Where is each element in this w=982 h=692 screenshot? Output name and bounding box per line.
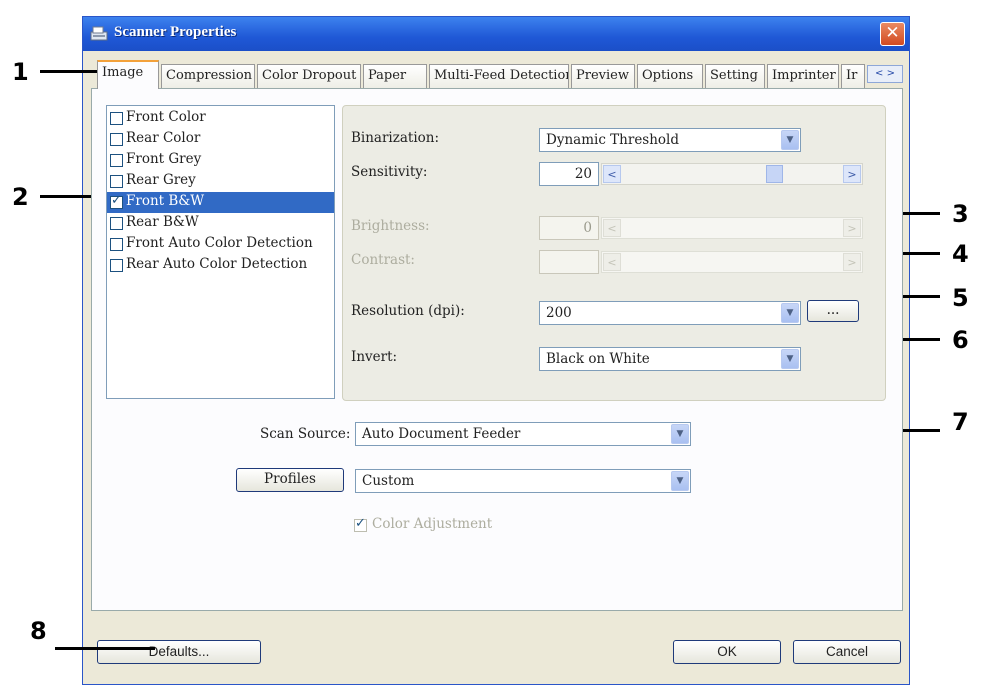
callout-number-8: 8 — [30, 617, 47, 645]
slider-right-arrow-icon[interactable]: > — [843, 165, 861, 183]
list-item[interactable]: Rear B&W — [107, 213, 334, 234]
tab-image[interactable]: Image — [97, 60, 159, 89]
callout-number-3: 3 — [952, 200, 969, 228]
tab-paper[interactable]: Paper — [363, 64, 427, 88]
image-settings-group: Binarization: Dynamic Threshold ▼ Sensit… — [342, 105, 886, 401]
image-type-list[interactable]: Front Color Rear Color Front Grey Rear G… — [106, 105, 335, 399]
tab-compression[interactable]: Compression — [161, 64, 255, 88]
scan-source-select[interactable]: Auto Document Feeder ▼ — [355, 422, 691, 446]
callout-number-6: 6 — [952, 326, 969, 354]
checkbox[interactable] — [110, 217, 123, 230]
callout-line-8 — [55, 647, 155, 650]
tab-scroll-right-icon[interactable]: > — [887, 68, 895, 79]
checkbox[interactable] — [110, 238, 123, 251]
tab-options[interactable]: Options — [637, 64, 703, 88]
contrast-label: Contrast: — [351, 252, 415, 268]
scanner-properties-dialog: Scanner Properties ✕ Image Compression C… — [82, 16, 910, 685]
checkbox[interactable] — [110, 259, 123, 272]
close-button[interactable]: ✕ — [880, 22, 905, 46]
image-tab-panel: Front Color Rear Color Front Grey Rear G… — [91, 88, 903, 611]
tab-preview[interactable]: Preview — [571, 64, 635, 88]
cancel-button[interactable]: Cancel — [793, 640, 901, 664]
list-item[interactable]: Rear Color — [107, 129, 334, 150]
scanner-icon — [90, 26, 108, 41]
color-adjustment-checkbox — [354, 516, 367, 532]
callout-number-5: 5 — [952, 284, 969, 312]
resolution-more-button[interactable]: ... — [807, 300, 859, 322]
resolution-label: Resolution (dpi): — [351, 303, 465, 319]
window-title: Scanner Properties — [114, 24, 237, 40]
resolution-select[interactable]: 200 ▼ — [539, 301, 801, 325]
checkbox-checked[interactable] — [110, 193, 123, 209]
checkbox[interactable] — [110, 154, 123, 167]
callout-number-1: 1 — [12, 58, 29, 86]
chevron-down-icon[interactable]: ▼ — [671, 424, 689, 444]
list-item[interactable]: Front Grey — [107, 150, 334, 171]
list-item[interactable]: Rear Grey — [107, 171, 334, 192]
callout-number-4: 4 — [952, 240, 969, 268]
tab-scroll-arrows[interactable]: < > — [867, 65, 903, 83]
chevron-down-icon[interactable]: ▼ — [781, 303, 799, 323]
close-icon: ✕ — [885, 23, 900, 43]
tab-setting[interactable]: Setting — [705, 64, 765, 88]
chevron-down-icon[interactable]: ▼ — [781, 130, 799, 150]
sensitivity-slider[interactable]: < > — [601, 163, 863, 185]
binarization-select[interactable]: Dynamic Threshold ▼ — [539, 128, 801, 152]
brightness-slider: < > — [601, 217, 863, 239]
slider-left-arrow-icon: < — [603, 219, 621, 237]
slider-thumb[interactable] — [766, 165, 783, 183]
list-item[interactable]: Rear Auto Color Detection — [107, 255, 334, 276]
tab-scroll-left-icon[interactable]: < — [875, 68, 883, 79]
callout-number-2: 2 — [12, 183, 29, 211]
slider-left-arrow-icon[interactable]: < — [603, 165, 621, 183]
binarization-label: Binarization: — [351, 130, 440, 146]
tab-imprinter[interactable]: Imprinter — [767, 64, 839, 88]
brightness-label: Brightness: — [351, 218, 430, 234]
profiles-select[interactable]: Custom ▼ — [355, 469, 691, 493]
brightness-value: 0 — [539, 216, 599, 240]
slider-right-arrow-icon: > — [843, 253, 861, 271]
profiles-button[interactable]: Profiles — [236, 468, 344, 492]
tab-multi-feed-detection[interactable]: Multi-Feed Detection — [429, 64, 569, 88]
tab-color-dropout[interactable]: Color Dropout — [257, 64, 361, 88]
chevron-down-icon[interactable]: ▼ — [781, 349, 799, 369]
list-item[interactable]: Front Color — [107, 108, 334, 129]
chevron-down-icon[interactable]: ▼ — [671, 471, 689, 491]
slider-right-arrow-icon: > — [843, 219, 861, 237]
sensitivity-label: Sensitivity: — [351, 164, 428, 180]
callout-number-7: 7 — [952, 408, 969, 436]
slider-left-arrow-icon: < — [603, 253, 621, 271]
defaults-button[interactable]: Defaults... — [97, 640, 261, 664]
contrast-slider: < > — [601, 251, 863, 273]
checkbox[interactable] — [110, 112, 123, 125]
sensitivity-value[interactable]: 20 — [539, 162, 599, 186]
scan-source-label: Scan Source: — [260, 426, 351, 442]
invert-label: Invert: — [351, 349, 398, 365]
checkbox[interactable] — [110, 133, 123, 146]
contrast-value — [539, 250, 599, 274]
color-adjustment-label: Color Adjustment — [372, 516, 493, 532]
invert-select[interactable]: Black on White ▼ — [539, 347, 801, 371]
title-bar[interactable]: Scanner Properties ✕ — [83, 17, 909, 51]
list-item-selected[interactable]: Front B&W — [107, 192, 334, 213]
tab-overflow[interactable]: Ir — [841, 64, 865, 88]
list-item[interactable]: Front Auto Color Detection — [107, 234, 334, 255]
checkbox[interactable] — [110, 175, 123, 188]
ok-button[interactable]: OK — [673, 640, 781, 664]
